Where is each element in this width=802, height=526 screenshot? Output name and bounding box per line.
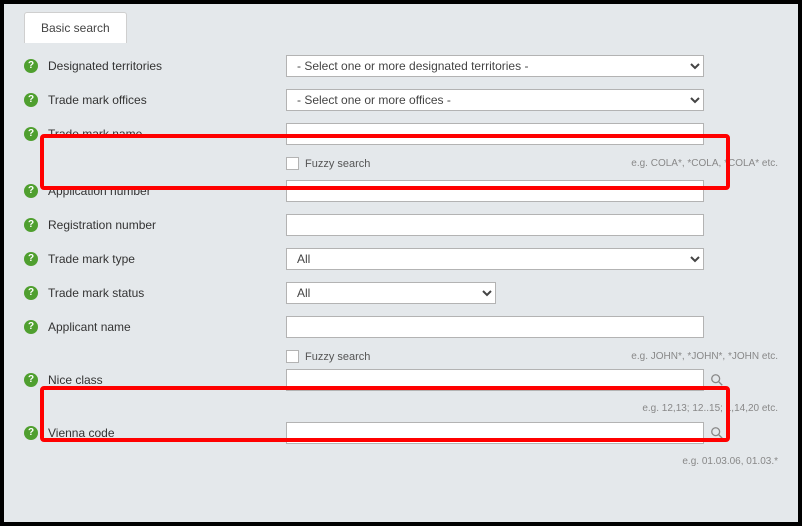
help-icon[interactable] [24,286,38,300]
help-icon[interactable] [24,320,38,334]
help-icon[interactable] [24,127,38,141]
search-icon[interactable] [710,426,724,440]
help-icon[interactable] [24,426,38,440]
help-icon[interactable] [24,373,38,387]
checkbox-fuzzy-applicant[interactable] [286,350,299,363]
checkbox-fuzzy-name[interactable] [286,157,299,170]
select-territories[interactable]: - Select one or more designated territor… [286,55,704,77]
help-icon[interactable] [24,93,38,107]
label-offices: Trade mark offices [48,93,286,107]
label-territories: Designated territories [48,59,286,73]
label-fuzzy-applicant: Fuzzy search [305,351,370,363]
input-appnum[interactable] [286,180,704,202]
label-applicant: Applicant name [48,320,286,334]
label-nice: Nice class [48,373,286,387]
search-icon[interactable] [710,373,724,387]
label-type: Trade mark type [48,252,286,266]
label-appnum: Application number [48,184,286,198]
label-regnum: Registration number [48,218,286,232]
help-icon[interactable] [24,59,38,73]
label-vienna: Vienna code [48,426,286,440]
select-offices[interactable]: - Select one or more offices - [286,89,704,111]
input-nice[interactable] [286,369,704,391]
label-status: Trade mark status [48,286,286,300]
select-type[interactable]: All [286,248,704,270]
help-icon[interactable] [24,184,38,198]
input-applicant[interactable] [286,316,704,338]
hint-nice: e.g. 12,13; 12..15; 1,14,20 etc. [642,403,778,414]
input-regnum[interactable] [286,214,704,236]
hint-vienna: e.g. 01.03.06, 01.03.* [682,456,778,467]
label-fuzzy-name: Fuzzy search [305,158,370,170]
tab-basic-search[interactable]: Basic search [24,12,127,43]
input-name[interactable] [286,123,704,145]
select-status[interactable]: All [286,282,496,304]
label-name: Trade mark name [48,127,286,141]
help-icon[interactable] [24,252,38,266]
hint-applicant: e.g. JOHN*, *JOHN*, *JOHN etc. [631,351,778,362]
input-vienna[interactable] [286,422,704,444]
help-icon[interactable] [24,218,38,232]
hint-name: e.g. COLA*, *COLA, *COLA* etc. [631,158,778,169]
